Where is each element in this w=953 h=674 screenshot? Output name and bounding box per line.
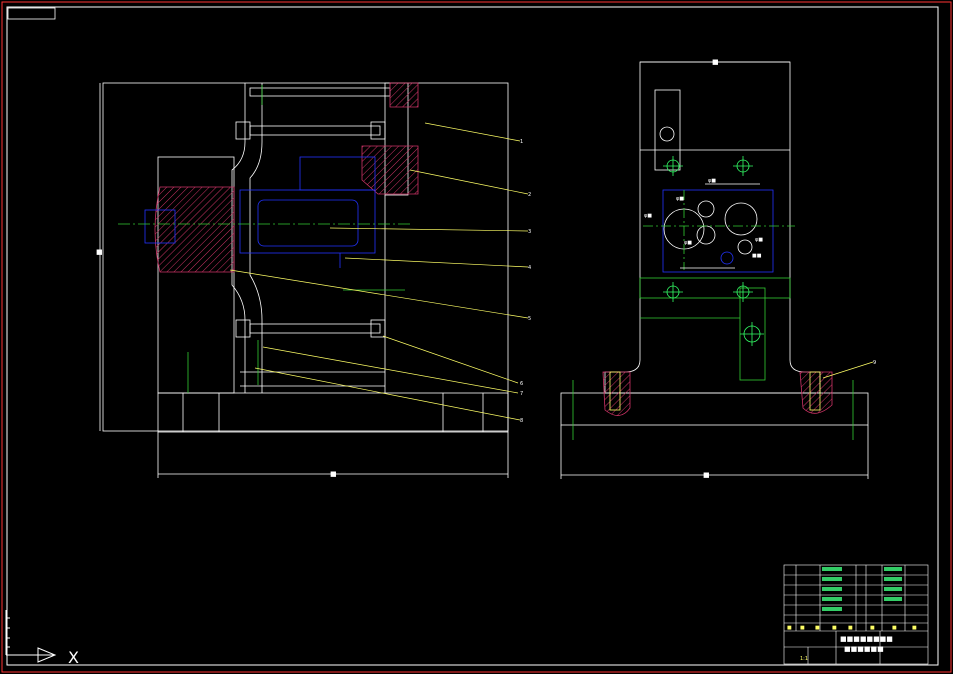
tb-header-6: ■ — [870, 625, 875, 631]
front-dim-left: ■ — [96, 248, 103, 256]
hole-label-3: φ■ — [644, 213, 652, 219]
hole-label-1: φ■ — [676, 196, 684, 202]
tb-header-3: ■ — [815, 625, 820, 631]
title-line-2: ■■■■■■ — [844, 645, 884, 653]
leader-number-5: 5 — [528, 316, 531, 322]
cad-drawing: ■ ■ 1 2 3 4 5 6 7 8 ■ ■ 9 φ■ φ■ φ■ φ■ φ■… — [1, 1, 952, 673]
title-line-1: ■■■■■■■■ — [840, 635, 893, 643]
side-dim-top: ■ — [712, 58, 719, 66]
leader-number-8: 8 — [520, 418, 523, 424]
hole-label-6: ■■ — [752, 253, 762, 259]
side-dim-bottom: ■ — [703, 471, 710, 479]
ucs-x-label: X — [68, 648, 79, 667]
tb-header-4: ■ — [832, 625, 837, 631]
title-scale: 1:1 — [800, 656, 808, 662]
front-view — [99, 82, 509, 478]
front-dim-bottom: ■ — [330, 470, 337, 478]
side-view — [560, 61, 874, 479]
leader-number-2: 2 — [528, 192, 531, 198]
drawing-frame — [1, 1, 952, 673]
leader-number-3: 3 — [528, 229, 531, 235]
tb-header-7: ■ — [892, 625, 897, 631]
leader-number-4: 4 — [528, 265, 531, 271]
tb-header-2: ■ — [800, 625, 805, 631]
side-bolts — [663, 156, 764, 346]
title-block-header: ■ ■ ■ ■ ■ ■ ■ ■ — [787, 625, 917, 631]
hole-label-2: φ■ — [708, 178, 716, 184]
title-block-fills — [822, 567, 902, 611]
hole-label-5: φ■ — [755, 237, 763, 243]
leader-number-7: 7 — [520, 391, 523, 397]
leader-number-6: 6 — [520, 381, 523, 387]
leader-number-1: 1 — [520, 139, 523, 145]
side-leader-number: 9 — [873, 360, 876, 366]
tb-header-8: ■ — [912, 625, 917, 631]
tb-header-1: ■ — [787, 625, 792, 631]
ucs-icon — [5, 610, 57, 663]
front-leader-numbers: 1 2 3 4 5 6 7 8 — [520, 139, 531, 424]
tb-header-5: ■ — [848, 625, 853, 631]
hole-label-4: φ■ — [684, 240, 692, 246]
